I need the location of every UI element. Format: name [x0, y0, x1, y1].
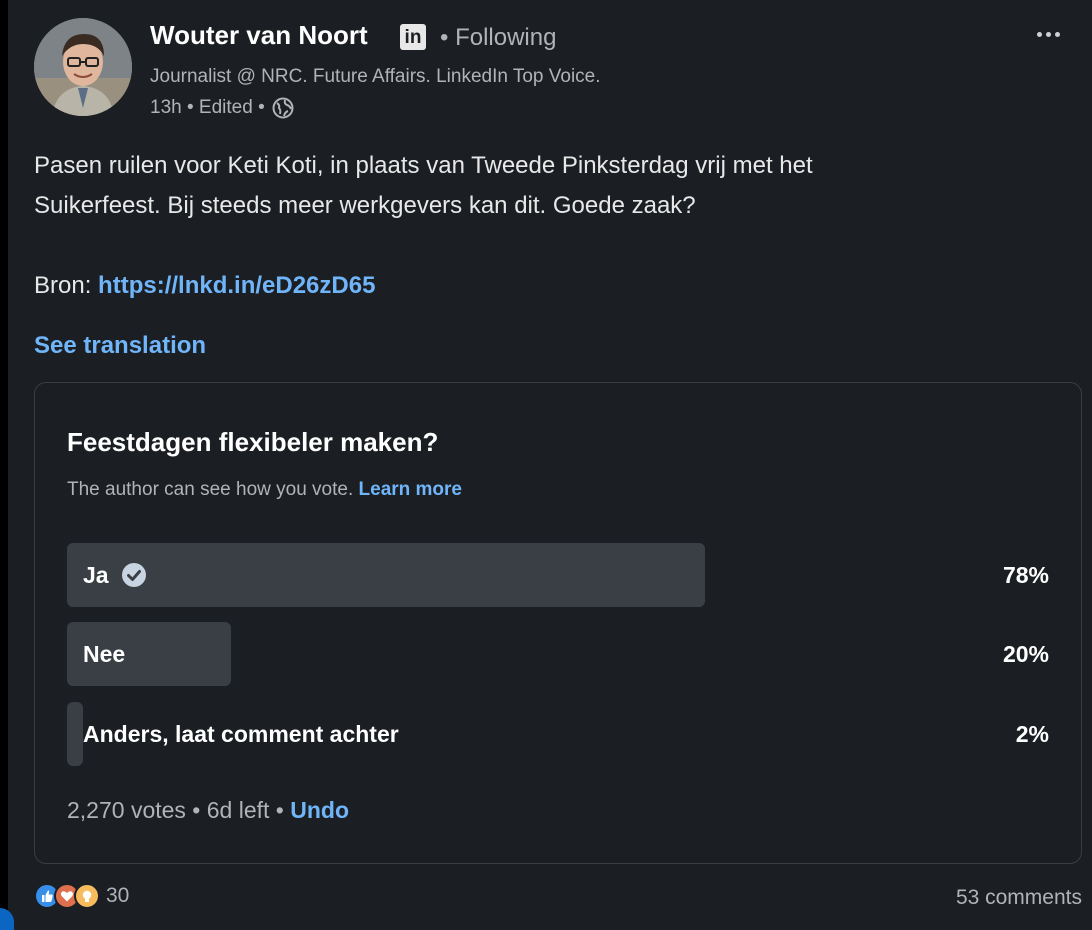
reactions-summary[interactable]: 30	[34, 882, 129, 910]
comments-count[interactable]: 53 comments	[956, 886, 1082, 910]
avatar[interactable]	[34, 18, 132, 116]
poll-note-text: The author can see how you vote.	[67, 479, 354, 500]
poll-card: Feestdagen flexibeler maken? The author …	[34, 382, 1082, 864]
poll-option-ja[interactable]: Ja 78%	[67, 543, 1049, 607]
poll-option-percent: 78%	[1002, 562, 1049, 588]
post-text-line: Pasen ruilen voor Keti Koti, in plaats v…	[34, 152, 813, 179]
following-status: • Following	[440, 24, 557, 51]
poll-option-label-wrap: Ja	[83, 543, 147, 607]
author-name[interactable]: Wouter van Noort	[150, 20, 368, 51]
poll-footer: 2,270 votes • 6d left • Undo	[67, 797, 349, 824]
poll-option-anders[interactable]: Anders, laat comment achter 2%	[67, 702, 1049, 766]
post-text-line: Suikerfeest. Bij steeds meer werkgevers …	[34, 192, 696, 219]
checkmark-icon	[121, 563, 146, 587]
source-link[interactable]: https://lnkd.in/eD26zD65	[98, 272, 375, 299]
poll-option-percent: 2%	[1015, 721, 1049, 747]
poll-option-bar	[67, 702, 83, 766]
learn-more-link[interactable]: Learn more	[359, 479, 462, 500]
post-source: Bron: https://lnkd.in/eD26zD65	[34, 266, 1074, 306]
undo-vote-button[interactable]: Undo	[290, 797, 349, 823]
poll-privacy-note: The author can see how you vote. Learn m…	[67, 479, 462, 501]
insightful-icon	[74, 883, 100, 909]
poll-option-nee[interactable]: Nee 20%	[67, 622, 1049, 686]
poll-option-bar	[67, 543, 705, 607]
post-timestamp: 13h • Edited •	[150, 97, 265, 118]
post-meta: 13h • Edited •	[150, 96, 295, 120]
window-edge	[0, 0, 8, 930]
social-counts: 30 53 comments	[34, 876, 1082, 916]
more-options-icon[interactable]	[1030, 22, 1066, 46]
poll-option-label: Nee	[83, 641, 126, 667]
reaction-count: 30	[106, 884, 130, 907]
post-header: Wouter van Noort in • Following Journali…	[34, 16, 1074, 126]
poll-option-label: Anders, laat comment achter	[83, 721, 399, 747]
poll-option-label: Ja	[83, 562, 109, 588]
globe-icon	[272, 97, 294, 119]
poll-option-label-wrap: Anders, laat comment achter	[83, 702, 399, 766]
poll-option-percent: 20%	[1002, 641, 1049, 667]
poll-stats: 2,270 votes • 6d left •	[67, 797, 284, 823]
author-headline: Journalist @ NRC. Future Affairs. Linked…	[150, 66, 601, 87]
source-label: Bron:	[34, 272, 92, 299]
poll-question: Feestdagen flexibeler maken?	[67, 427, 439, 457]
linkedin-influencer-icon: in	[400, 24, 426, 50]
poll-option-label-wrap: Nee	[83, 622, 125, 686]
feed-post: Wouter van Noort in • Following Journali…	[8, 6, 1092, 930]
see-translation-button[interactable]: See translation	[34, 332, 206, 360]
post-body: Pasen ruilen voor Keti Koti, in plaats v…	[34, 146, 1074, 306]
